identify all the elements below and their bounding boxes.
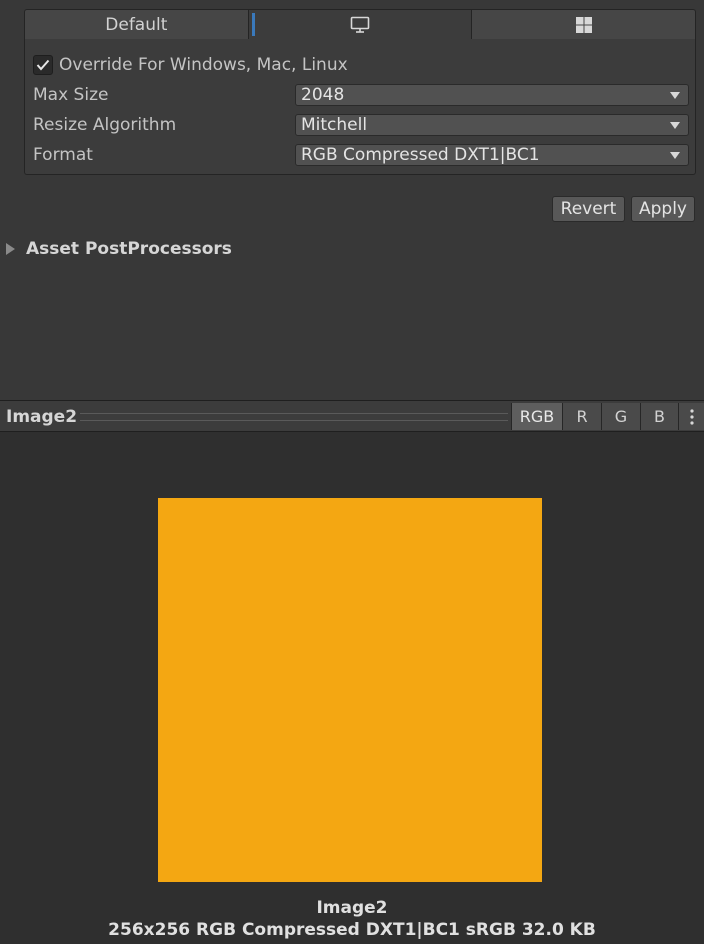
max-size-label: Max Size: [33, 85, 109, 105]
tab-default-label: Default: [105, 14, 168, 35]
resize-algorithm-label: Resize Algorithm: [33, 115, 177, 135]
foldout-arrow-icon: [6, 243, 15, 255]
chevron-down-icon: [670, 152, 680, 159]
max-size-row: Max Size: [33, 84, 108, 106]
format-value: RGB Compressed DXT1|BC1: [301, 145, 540, 165]
chevron-down-icon: [670, 122, 680, 129]
channel-g-button[interactable]: G: [601, 403, 640, 430]
max-size-value: 2048: [301, 85, 345, 105]
override-label: Override For Windows, Mac, Linux: [59, 55, 348, 75]
preview-menu-button[interactable]: [678, 403, 704, 430]
platform-tabs: Default: [24, 9, 696, 39]
channel-b-button[interactable]: B: [640, 403, 678, 430]
apply-button[interactable]: Apply: [631, 196, 695, 222]
tab-default[interactable]: Default: [25, 10, 249, 39]
windows-logo-icon: [575, 16, 592, 33]
preview-header: Image2 RGB R G B: [0, 400, 704, 432]
format-dropdown[interactable]: RGB Compressed DXT1|BC1: [295, 144, 689, 166]
channel-rgb-button[interactable]: RGB: [511, 403, 562, 430]
channel-rgb-label: RGB: [519, 407, 555, 426]
preview-caption-info: 256x256 RGB Compressed DXT1|BC1 sRGB 32.…: [108, 920, 596, 940]
channel-b-label: B: [654, 407, 665, 426]
chevron-down-icon: [670, 92, 680, 99]
kebab-menu-icon: [690, 408, 694, 425]
asset-postprocessors-label: Asset PostProcessors: [26, 239, 232, 259]
texture-preview-image: [158, 498, 542, 882]
channel-r-label: R: [576, 407, 588, 426]
preview-drag-handle[interactable]: [80, 413, 508, 421]
asset-postprocessors-foldout[interactable]: Asset PostProcessors: [6, 239, 232, 259]
checkmark-icon: [36, 59, 50, 71]
monitor-icon: [350, 16, 370, 33]
preview-area: Image2 256x256 RGB Compressed DXT1|BC1 s…: [0, 432, 704, 944]
max-size-dropdown[interactable]: 2048: [295, 84, 689, 106]
revert-button[interactable]: Revert: [552, 196, 625, 222]
tab-windows-store[interactable]: [472, 10, 695, 39]
override-checkbox[interactable]: [33, 55, 53, 75]
resize-algorithm-dropdown[interactable]: Mitchell: [295, 114, 689, 136]
tab-standalone[interactable]: [248, 10, 473, 39]
channel-g-label: G: [614, 407, 628, 426]
format-row: Format: [33, 144, 93, 166]
channel-r-button[interactable]: R: [562, 403, 601, 430]
platform-settings-panel: Override For Windows, Mac, Linux Max Siz…: [24, 39, 696, 175]
resize-algorithm-value: Mitchell: [301, 115, 368, 135]
preview-title: Image2: [6, 407, 78, 427]
apply-button-label: Apply: [639, 199, 687, 219]
preview-caption-name: Image2: [316, 898, 388, 918]
format-label: Format: [33, 145, 93, 165]
revert-button-label: Revert: [560, 199, 617, 219]
resize-algorithm-row: Resize Algorithm: [33, 114, 176, 136]
override-row: Override For Windows, Mac, Linux: [33, 54, 348, 76]
